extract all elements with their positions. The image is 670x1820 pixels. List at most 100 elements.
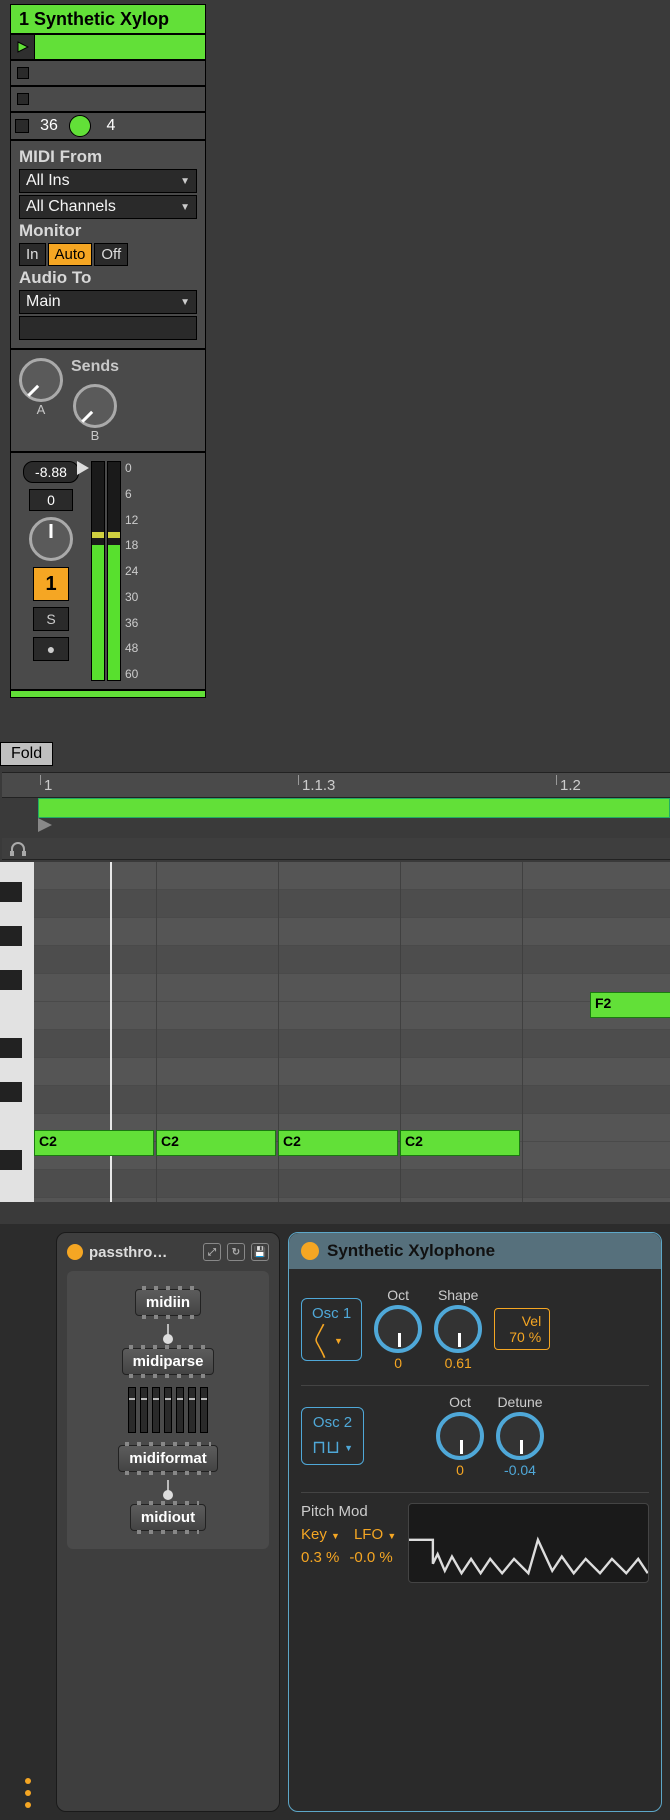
param-value[interactable]: 0: [394, 1355, 402, 1371]
chevron-down-icon: ▼: [180, 297, 190, 308]
max-object[interactable]: midiformat: [118, 1445, 218, 1472]
midi-note[interactable]: F2: [590, 992, 670, 1018]
send-b-label: B: [91, 428, 100, 443]
clip-slot[interactable]: [10, 34, 206, 60]
peak-db-display[interactable]: -8.88: [23, 461, 79, 483]
monitor-label: Monitor: [19, 221, 197, 241]
monitor-auto-button[interactable]: Auto: [48, 243, 93, 266]
triangle-wave-icon: 〳〵: [312, 1328, 330, 1354]
device-drop-area[interactable]: [0, 1224, 56, 1820]
max-object[interactable]: midiout: [130, 1504, 206, 1531]
volume-meter[interactable]: 0612 182430 364860: [91, 461, 138, 681]
headphones-icon: [10, 842, 26, 856]
device-title: passthro…: [89, 1244, 167, 1261]
stop-icon: [15, 119, 29, 133]
device-on-led[interactable]: [67, 1244, 83, 1260]
sends-section: A Sends B: [10, 349, 206, 452]
timeline-ruler[interactable]: 1 1.1.3 1.2: [2, 772, 670, 798]
param-label: Shape: [438, 1287, 478, 1303]
bar-count[interactable]: 36: [35, 117, 63, 135]
piano-roll[interactable]: F2 C2 C2 C2 C2: [0, 862, 670, 1202]
clip-stop-slot[interactable]: [10, 86, 206, 112]
send-a-knob[interactable]: [19, 358, 63, 402]
pitch-lfo-dropdown[interactable]: LFO ▼: [354, 1526, 396, 1543]
max-device[interactable]: passthro… ⤢ ↻ 💾 midiin midiparse midifor…: [56, 1232, 280, 1812]
max-patcher: midiin midiparse midiformat midiout: [67, 1271, 269, 1549]
monitor-in-button[interactable]: In: [19, 243, 46, 266]
param-value[interactable]: 0: [456, 1462, 464, 1478]
gain-display[interactable]: 0: [29, 489, 73, 511]
beat-count[interactable]: 4: [97, 117, 125, 135]
midi-note[interactable]: C2: [278, 1130, 398, 1156]
mixer-section: -8.88 0 1 S ● 0612 182430 364860: [10, 452, 206, 690]
midi-note[interactable]: C2: [400, 1130, 520, 1156]
midi-from-input[interactable]: All Ins▼: [19, 169, 197, 193]
param-value[interactable]: 0.61: [445, 1355, 472, 1371]
signature-row[interactable]: 36 4: [10, 112, 206, 140]
time-marker: 1: [44, 777, 52, 794]
time-marker: 1.1.3: [302, 777, 335, 794]
fold-button[interactable]: Fold: [0, 742, 53, 766]
loop-start-marker-icon[interactable]: [38, 818, 54, 832]
clip-play-button[interactable]: [11, 35, 35, 59]
device-chain: passthro… ⤢ ↻ 💾 midiin midiparse midifor…: [0, 1224, 670, 1820]
loop-brace[interactable]: [38, 798, 670, 818]
midi-note[interactable]: C2: [156, 1130, 276, 1156]
play-status-led: [69, 115, 91, 137]
solo-button[interactable]: S: [33, 607, 69, 631]
osc1-row: Osc 1 〳〵▼ Oct0 Shape0.61 Vel70 %: [301, 1279, 649, 1386]
osc1-selector[interactable]: Osc 1 〳〵▼: [301, 1298, 362, 1361]
record-arm-button[interactable]: ●: [33, 637, 69, 661]
param-value[interactable]: -0.04: [504, 1462, 536, 1478]
device-save-icon[interactable]: 💾: [251, 1243, 269, 1261]
track-activator-button[interactable]: 1: [33, 567, 69, 601]
device-title: Synthetic Xylophone: [327, 1241, 495, 1261]
fader-handle-icon[interactable]: [77, 461, 91, 475]
piano-keys[interactable]: [0, 862, 34, 1202]
audio-to-output[interactable]: Main▼: [19, 290, 197, 314]
device-expand-icon[interactable]: ⤢: [203, 1243, 221, 1261]
osc2-row: Osc 2 ⊓⊔▼ Oct0 Detune-0.04: [301, 1386, 649, 1493]
pitch-key-dropdown[interactable]: Key ▼: [301, 1526, 340, 1543]
audio-to-sub[interactable]: [19, 316, 197, 340]
drop-dot-icon: [25, 1790, 31, 1796]
stop-icon: [17, 93, 29, 105]
meter-scale: 0612 182430 364860: [125, 461, 138, 681]
square-wave-icon: ⊓⊔: [312, 1437, 340, 1458]
instrument-device[interactable]: Synthetic Xylophone Osc 1 〳〵▼ Oct 0 Shape…: [288, 1232, 662, 1812]
pitch-key-value[interactable]: 0.3 %: [301, 1549, 339, 1566]
max-object[interactable]: midiin: [135, 1289, 201, 1316]
send-b-knob[interactable]: [73, 384, 117, 428]
osc1-oct-knob[interactable]: [374, 1305, 422, 1353]
device-edit-icon[interactable]: ↻: [227, 1243, 245, 1261]
patch-cable: [167, 1480, 169, 1496]
pan-knob[interactable]: [29, 517, 73, 561]
param-label: Oct: [449, 1394, 471, 1410]
stop-icon: [17, 67, 29, 79]
param-label: Detune: [497, 1394, 542, 1410]
device-on-led[interactable]: [301, 1242, 319, 1260]
track-title[interactable]: 1 Synthetic Xylop: [10, 4, 206, 34]
audio-to-label: Audio To: [19, 268, 197, 288]
chevron-down-icon: ▼: [344, 1443, 353, 1453]
monitor-off-button[interactable]: Off: [94, 243, 128, 266]
chevron-down-icon: ▼: [180, 202, 190, 213]
osc2-oct-knob[interactable]: [436, 1412, 484, 1460]
clip-stop-slot[interactable]: [10, 60, 206, 86]
midi-from-channel[interactable]: All Channels▼: [19, 195, 197, 219]
pitch-lfo-value[interactable]: -0.0 %: [349, 1549, 392, 1566]
headphone-preview-row[interactable]: [2, 838, 670, 860]
sends-label: Sends: [71, 358, 119, 376]
midi-note[interactable]: C2: [34, 1130, 154, 1156]
max-multislider[interactable]: [124, 1383, 212, 1437]
midi-from-label: MIDI From: [19, 147, 197, 167]
note-grid[interactable]: F2 C2 C2 C2 C2: [34, 862, 670, 1202]
pitch-mod-label: Pitch Mod: [301, 1503, 396, 1520]
osc2-detune-knob[interactable]: [496, 1412, 544, 1460]
velocity-box[interactable]: Vel70 %: [494, 1308, 550, 1350]
osc1-shape-knob[interactable]: [434, 1305, 482, 1353]
osc2-selector[interactable]: Osc 2 ⊓⊔▼: [301, 1407, 364, 1465]
time-marker: 1.2: [560, 777, 581, 794]
waveform-scope: [408, 1503, 649, 1583]
max-object[interactable]: midiparse: [122, 1348, 215, 1375]
